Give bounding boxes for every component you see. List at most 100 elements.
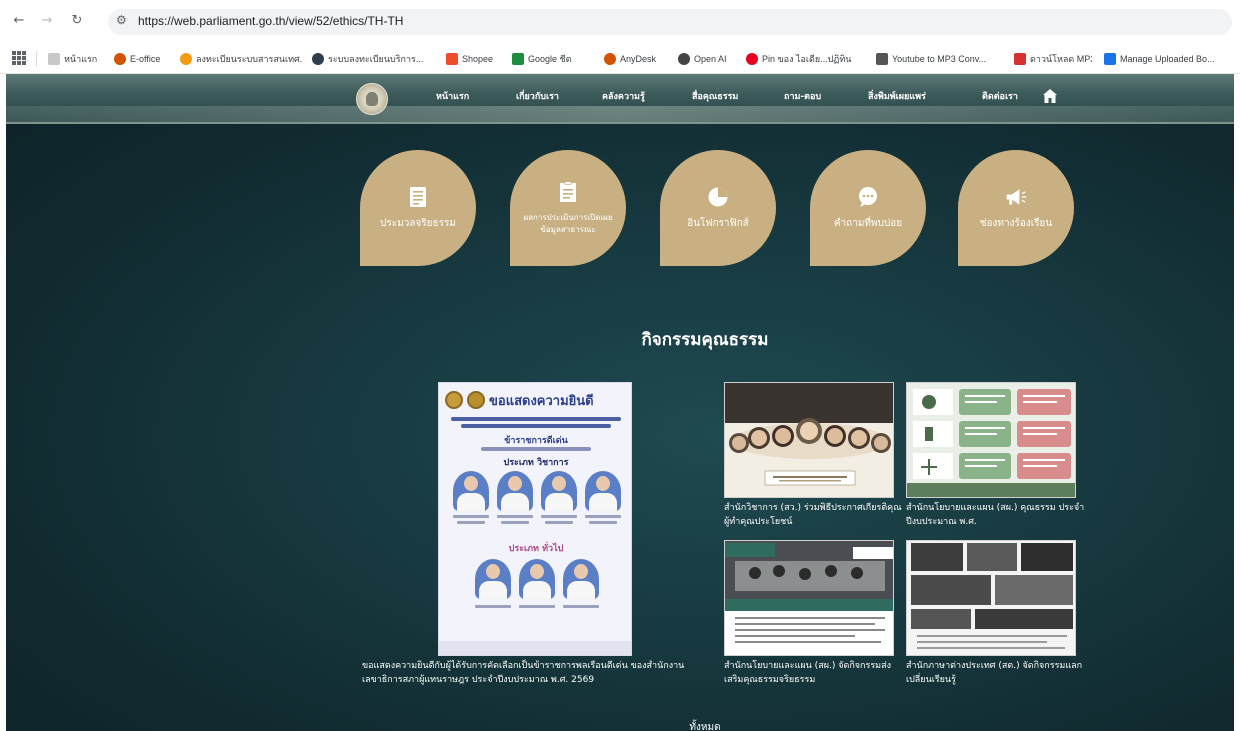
person-photo xyxy=(497,471,533,511)
poster-caption[interactable]: ขอแสดงความยินดีกับผู้ได้รับการคัดเลือกเป… xyxy=(362,660,722,687)
person-caption xyxy=(589,521,617,524)
bookmark-item[interactable]: AnyDesk xyxy=(604,50,668,68)
bookmark-item[interactable]: หน้าแรก xyxy=(48,50,108,68)
activity-card-image[interactable] xyxy=(906,540,1076,656)
site-settings-icon[interactable]: ⚙ xyxy=(116,13,127,27)
bookmark-icon xyxy=(312,53,324,65)
bookmark-item[interactable]: ดาวน์โหลด MP3 xyxy=(1014,50,1092,68)
openai-icon xyxy=(678,53,690,65)
person-caption xyxy=(545,521,573,524)
url-text[interactable]: https://web.parliament.go.th/view/52/eth… xyxy=(138,14,403,28)
activity-card-image[interactable] xyxy=(906,382,1076,498)
poster-heading: ขอแสดงความยินดี xyxy=(489,393,594,409)
apps-icon[interactable] xyxy=(12,51,26,65)
bookmark-item[interactable]: Shopee xyxy=(446,50,498,68)
bookmarks-separator xyxy=(36,51,37,67)
person-photo xyxy=(475,559,511,599)
activity-poster[interactable]: ขอแสดงความยินดี ข้าราชการดีเด่น ประเภท ว… xyxy=(438,382,632,656)
person-caption xyxy=(475,605,511,608)
poster-text-line xyxy=(481,447,591,451)
bookmark-item[interactable]: Youtube to MP3 Conv... xyxy=(876,50,994,68)
quick-link-faq[interactable]: คำถามที่พบบ่อย xyxy=(810,150,926,266)
quick-link-assessment[interactable]: ผลการประเมินการเปิดเผยข้อมูลสาธารณะ xyxy=(510,150,626,266)
reload-icon[interactable]: ↻ xyxy=(68,12,86,30)
bookmark-icon xyxy=(1104,53,1116,65)
person-caption xyxy=(563,605,599,608)
person-caption xyxy=(501,521,529,524)
anydesk-icon xyxy=(604,53,616,65)
poster-subtitle: ข้าราชการดีเด่น xyxy=(504,436,568,446)
person-caption xyxy=(541,515,577,518)
bookmark-item[interactable]: Manage Uploaded Bo... xyxy=(1104,50,1234,68)
activity-card-caption[interactable]: สำนักวิชาการ (สว.) ร่วมพิธีประกาศเกียรติ… xyxy=(724,502,904,529)
activity-card-caption[interactable]: สำนักภาษาต่างประเทศ (สต.) จัดกิจกรรมแลกเ… xyxy=(906,660,1086,687)
seal-icon xyxy=(467,391,485,409)
poster-text-line xyxy=(451,417,621,421)
bookmark-item[interactable]: E-office xyxy=(114,50,168,68)
poster-category: ประเภท วิชาการ xyxy=(503,458,569,468)
parliament-logo[interactable] xyxy=(356,83,388,115)
view-all-link[interactable]: ทั้งหมด xyxy=(6,720,1234,731)
seal-icon xyxy=(445,391,463,409)
bookmark-icon xyxy=(876,53,888,65)
menu-item-knowledge[interactable]: คลังความรู้ xyxy=(602,89,645,103)
quick-link-label: ช่องทางร้องเรียน xyxy=(979,217,1053,229)
shopee-icon xyxy=(446,53,458,65)
person-caption xyxy=(585,515,621,518)
bookmark-icon xyxy=(114,53,126,65)
quick-link-complaints[interactable]: ช่องทางร้องเรียน xyxy=(958,150,1074,266)
menu-item-home[interactable]: หน้าแรก xyxy=(436,89,469,103)
quick-link-label: อินโฟกราฟิกส์ xyxy=(687,217,749,229)
bookmark-item[interactable]: Pin ของ ไอเดีย...ปฏิทิน xyxy=(746,50,864,68)
poster-text-line xyxy=(461,424,611,428)
person-photo xyxy=(541,471,577,511)
quick-link-label: คำถามที่พบบ่อย xyxy=(833,217,903,229)
clipboard-icon xyxy=(557,180,579,204)
activity-card-image[interactable] xyxy=(724,540,894,656)
site-header: หน้าแรก เกี่ยวกับเรา คลังความรู้ สื่อคุณ… xyxy=(6,74,1234,124)
download-icon xyxy=(1014,53,1026,65)
quick-link-label: ผลการประเมินการเปิดเผยข้อมูลสาธารณะ xyxy=(523,213,613,234)
poster-header: ขอแสดงความยินดี xyxy=(445,389,625,411)
activity-card-image[interactable] xyxy=(724,382,894,498)
bookmark-item[interactable]: Google ชีต xyxy=(512,50,592,68)
quick-link-infographics[interactable]: อินโฟกราฟิกส์ xyxy=(660,150,776,266)
megaphone-icon xyxy=(1005,185,1027,209)
header-decoration xyxy=(6,106,1234,122)
quick-link-label: ประมวลจริยธรรม xyxy=(380,217,456,229)
home-icon[interactable] xyxy=(1042,88,1058,104)
person-caption xyxy=(453,515,489,518)
person-photo xyxy=(563,559,599,599)
bookmark-icon xyxy=(180,53,192,65)
person-photo xyxy=(453,471,489,511)
menu-item-media[interactable]: สื่อคุณธรรม xyxy=(692,89,738,103)
bookmark-item[interactable]: Open AI xyxy=(678,50,736,68)
address-bar[interactable]: ⚙ https://web.parliament.go.th/view/52/e… xyxy=(108,9,1232,35)
person-caption xyxy=(457,521,485,524)
document-icon xyxy=(407,185,429,209)
chat-bubble-icon xyxy=(857,185,879,209)
pie-chart-icon xyxy=(707,185,729,209)
sheets-icon xyxy=(512,53,524,65)
bookmarks-bar: หน้าแรก E-office ลงทะเบียนระบบสารสนเทศ..… xyxy=(0,44,1240,74)
page-content: หน้าแรก เกี่ยวกับเรา คลังความรู้ สื่อคุณ… xyxy=(6,74,1234,731)
menu-item-contact[interactable]: ติดต่อเรา xyxy=(982,89,1018,103)
menu-item-about[interactable]: เกี่ยวกับเรา xyxy=(516,89,559,103)
menu-item-publications[interactable]: สิ่งพิมพ์เผยแพร่ xyxy=(868,89,926,103)
activity-card-caption[interactable]: สำนักนโยบายและแผน (สผ.) จัดกิจกรรมส่งเสร… xyxy=(724,660,904,687)
person-caption xyxy=(519,605,555,608)
quick-link-code-of-ethics[interactable]: ประมวลจริยธรรม xyxy=(360,150,476,266)
forward-icon[interactable]: → xyxy=(38,12,56,30)
browser-toolbar: ← → ↻ ⚙ https://web.parliament.go.th/vie… xyxy=(0,0,1240,44)
person-caption xyxy=(497,515,533,518)
bookmark-item[interactable]: ระบบลงทะเบียนบริการ... xyxy=(312,50,436,68)
section-title: กิจกรรมคุณธรรม xyxy=(641,330,769,350)
person-photo xyxy=(585,471,621,511)
poster-footer xyxy=(439,641,631,655)
activity-card-caption[interactable]: สำนักนโยบายและแผน (สผ.) คุณธรรม ประจำปีง… xyxy=(906,502,1086,529)
menu-item-qa[interactable]: ถาม-ตอบ xyxy=(784,89,821,103)
back-icon[interactable]: ← xyxy=(10,12,28,30)
bookmark-icon xyxy=(48,53,60,65)
person-photo xyxy=(519,559,555,599)
bookmark-item[interactable]: ลงทะเบียนระบบสารสนเทศ... xyxy=(180,50,302,68)
